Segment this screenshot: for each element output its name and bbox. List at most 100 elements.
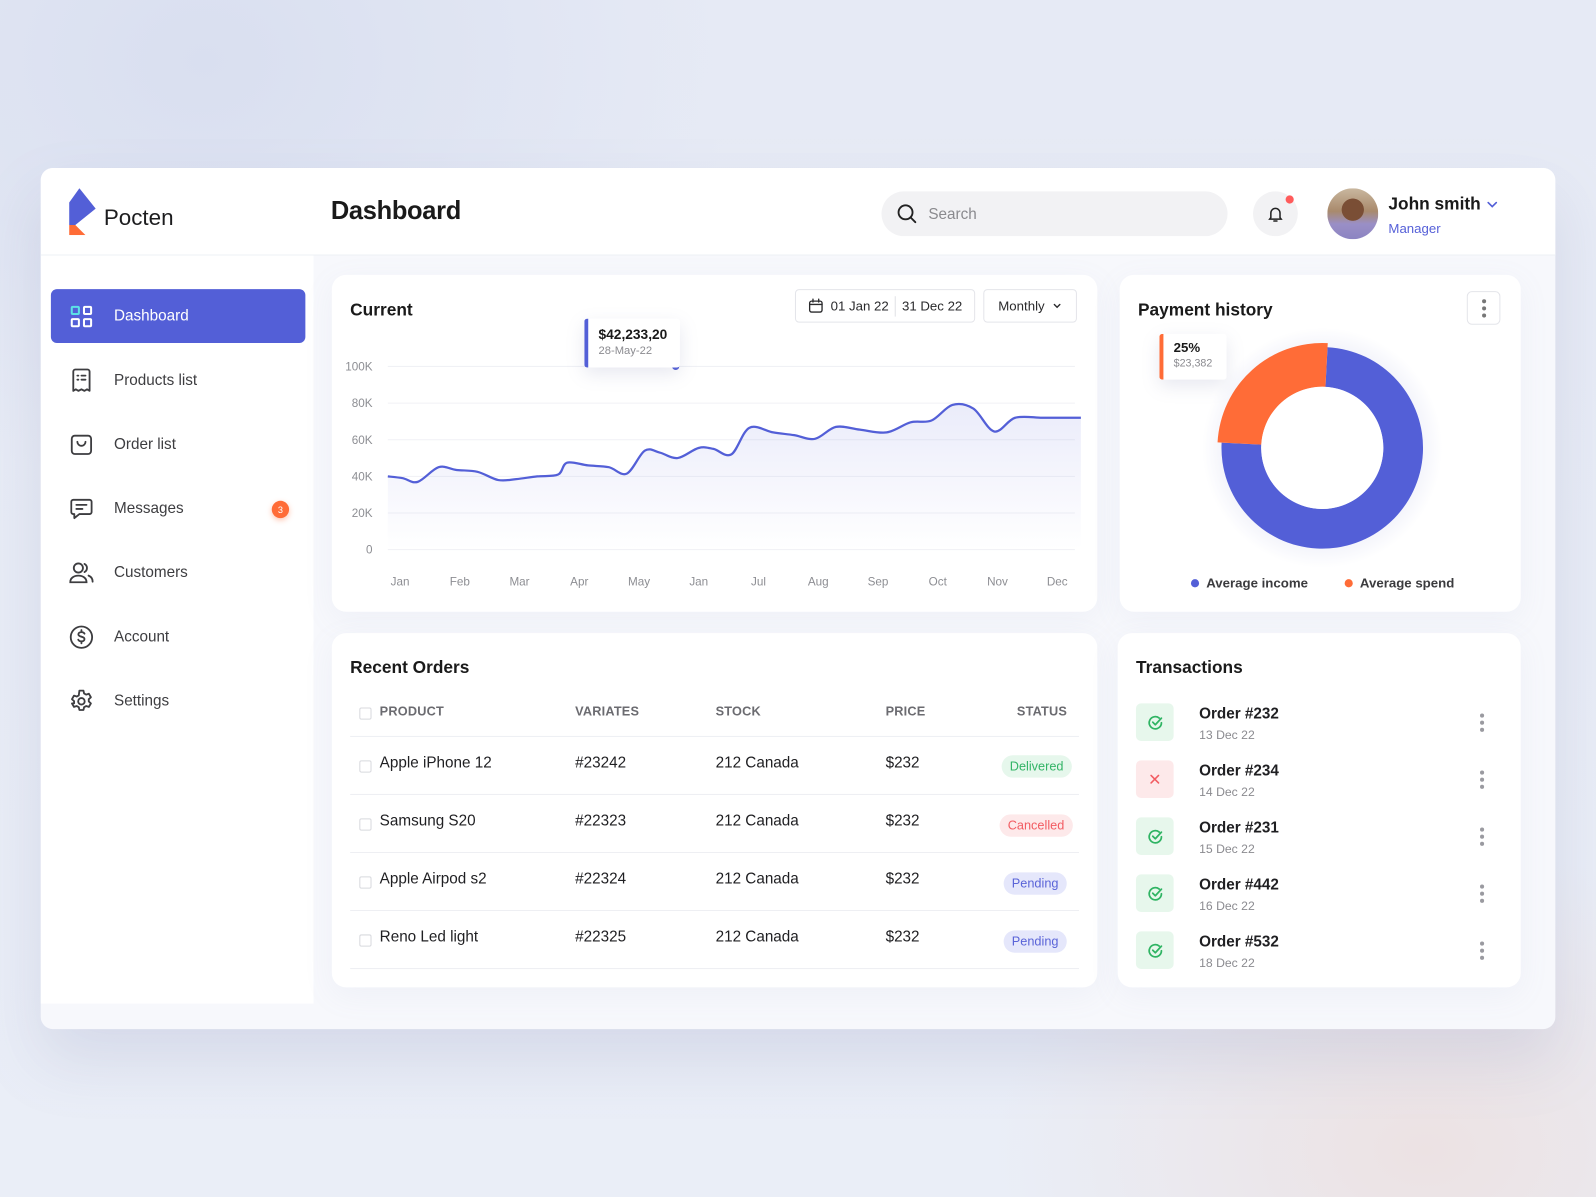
price: $232 [885,754,920,772]
more-options-icon[interactable] [1476,883,1488,905]
more-options-icon[interactable] [1476,769,1488,791]
transaction-title: Order #232 [1199,705,1279,723]
sidebar-item-settings[interactable]: Settings [51,674,305,728]
sidebar-item-messages[interactable]: Messages 3 [51,481,305,535]
y-tick-label: 60K [352,434,373,447]
legend-dot [1190,578,1200,587]
check-circle-icon [1135,817,1174,856]
column-header[interactable]: PRODUCT [380,704,444,718]
tooltip-amount: $23,382 [1173,357,1213,370]
card-title: Transactions [1135,657,1243,677]
sidebar-item-account[interactable]: Account [51,610,305,664]
current-chart-card: Current 01 Jan 22 31 Dec 22 Monthly 0 20… [331,274,1098,612]
search-input[interactable] [928,205,1193,223]
status-badge: Cancelled [999,814,1073,837]
more-options-icon[interactable] [1476,940,1488,962]
status-badge: Pending [1003,872,1067,895]
notifications-button[interactable] [1253,191,1298,237]
transaction-title: Order #532 [1199,933,1279,951]
table-row[interactable]: Apple iPhone 12 #23242 212 Canada $232 D… [332,737,1097,795]
tooltip-value: $42,233,20 [598,326,668,343]
column-header[interactable]: PRICE [886,704,926,718]
transaction-date: 14 Dec 22 [1199,784,1255,800]
column-header[interactable]: STATUS [1017,704,1067,718]
row-checkbox[interactable] [359,818,372,831]
avatar[interactable] [1327,188,1379,240]
chevron-down-icon[interactable] [1486,198,1498,210]
users-icon [69,560,94,584]
x-tick-label: Aug [808,575,829,588]
stock: 212 Canada [715,928,799,946]
user-role: Manager [1388,220,1441,237]
x-tick-label: Jan [689,575,708,588]
legend-item-spend[interactable]: Average spend [1344,575,1454,590]
more-options-icon[interactable] [1476,712,1488,734]
sidebar-item-label: Dashboard [114,307,189,325]
x-tick-label: May [628,575,650,588]
table-row[interactable]: Samsung S20 #22323 212 Canada $232 Cance… [332,795,1097,853]
price: $232 [885,870,920,888]
variates: #23242 [575,754,627,772]
message-icon [69,496,93,520]
donut-chart[interactable] [1120,275,1521,612]
table-row[interactable]: Reno Led light #22325 212 Canada $232 Pe… [332,911,1097,969]
transaction-item[interactable]: Order #231 15 Dec 22 [1135,817,1502,866]
legend-label: Average income [1206,575,1308,591]
y-tick-label: 20K [352,507,373,520]
product-name: Samsung S20 [379,812,476,830]
notification-dot [1285,195,1294,204]
dollar-circle-icon [69,624,94,649]
column-header[interactable]: VARIATES [575,704,639,718]
transaction-item[interactable]: Order #532 18 Dec 22 [1135,931,1502,980]
line-chart[interactable]: 0 20K 40K 60K 80K 100K Jan Feb Mar Apr May Jan Jul Au… [332,275,1097,612]
transaction-title: Order #442 [1199,876,1279,894]
legend-item-income[interactable]: Average income [1190,575,1308,591]
tooltip-date: 28-May-22 [598,345,653,358]
transaction-item[interactable]: Order #442 16 Dec 22 [1135,874,1502,923]
select-all-checkbox[interactable] [359,707,372,720]
sidebar-item-dashboard[interactable]: Dashboard [50,289,306,344]
x-tick-label: Sep [868,575,889,588]
app-window: Pocten Dashboard John smith Manager Dash… [40,167,1556,1030]
donut-tooltip: 25% $23,382 [1159,333,1227,380]
transaction-item[interactable]: Order #234 14 Dec 22 [1135,760,1502,809]
row-checkbox[interactable] [359,876,372,889]
top-bar: Pocten Dashboard John smith Manager [40,167,1556,256]
sidebar-item-customers[interactable]: Customers [51,546,305,600]
card-title: Recent Orders [350,657,470,677]
bell-icon [1268,207,1283,222]
search-icon [897,204,917,224]
y-tick-label: 80K [352,397,373,410]
row-checkbox[interactable] [359,934,372,947]
product-name: Reno Led light [379,928,479,946]
brand-logo-icon [69,188,96,236]
check-circle-icon [1135,874,1174,913]
sidebar-item-order-list[interactable]: Order list [51,417,305,471]
x-tick-label: Mar [509,575,529,588]
sidebar-item-label: Messages [114,499,184,518]
transaction-title: Order #231 [1199,819,1279,837]
y-tick-label: 100K [345,361,373,374]
transaction-date: 18 Dec 22 [1199,955,1255,971]
row-checkbox[interactable] [359,760,372,773]
product-name: Apple Airpod s2 [379,870,487,888]
x-tick-label: Dec [1047,575,1068,588]
search-bar[interactable] [881,191,1228,237]
transaction-date: 13 Dec 22 [1199,727,1255,743]
brand-name: Pocten [103,204,174,231]
variates: #22323 [575,812,627,830]
table-row[interactable]: Apple Airpod s2 #22324 212 Canada $232 P… [332,853,1097,911]
stock: 212 Canada [715,812,799,830]
sidebar-item-products-list[interactable]: Products list [51,353,305,407]
user-name[interactable]: John smith [1388,194,1480,214]
sidebar-item-label: Order list [114,435,176,453]
grid-icon [69,304,93,328]
column-header[interactable]: STOCK [716,704,761,718]
transaction-item[interactable]: Order #232 13 Dec 22 [1135,703,1502,752]
page-background: Pocten Dashboard John smith Manager Dash… [0,0,1596,1197]
x-tick-label: Nov [987,575,1008,588]
more-options-icon[interactable] [1476,826,1488,848]
variates: #22325 [575,928,627,946]
status-badge: Delivered [1001,755,1072,778]
recent-orders-card: Recent Orders PRODUCT VARIATES STOCK PRI… [331,633,1098,988]
